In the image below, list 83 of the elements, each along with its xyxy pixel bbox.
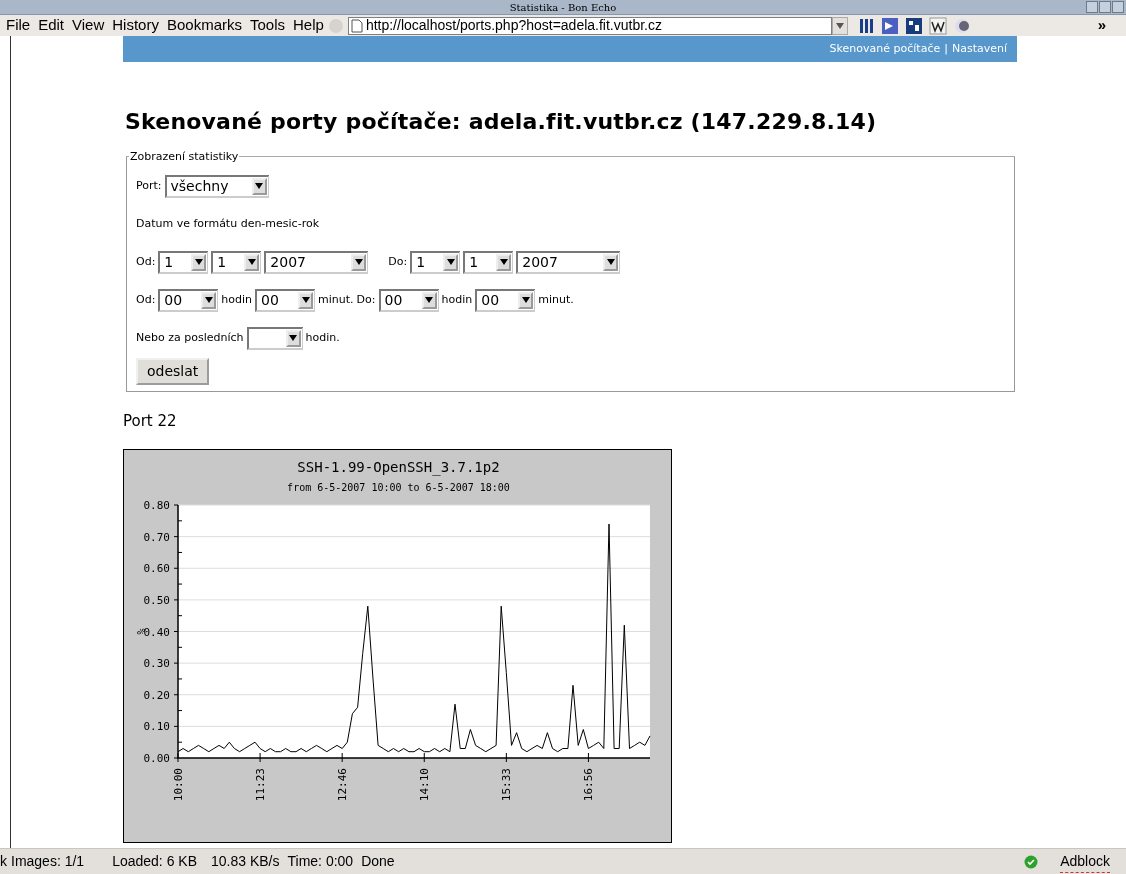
y-tick-label: 0.30	[143, 657, 170, 670]
chart-title: SSH-1.99-OpenSSH_3.7.1p2	[297, 458, 500, 475]
more-button[interactable]: »	[1093, 14, 1110, 37]
menu-item[interactable]: Help	[289, 14, 328, 37]
select-field[interactable]: všechny	[164, 174, 269, 198]
caret-icon	[606, 259, 615, 266]
maximize-button[interactable]	[1099, 1, 1111, 13]
caret-icon	[301, 297, 310, 304]
address-field[interactable]: http://localhost/ports.php?host=adela.fit.vutbr.cz	[347, 16, 832, 35]
check-icon	[1024, 854, 1039, 869]
y-tick-label: 0.40	[143, 625, 170, 639]
caret-icon	[289, 335, 297, 342]
select-field[interactable]: 1	[463, 250, 514, 274]
select-field[interactable]: 00	[158, 288, 219, 312]
x-tick-label: 12:46	[336, 767, 350, 801]
caret-icon	[521, 297, 530, 304]
status-text: Images: 1/1	[11, 852, 85, 871]
menu-item[interactable]: Bookmarks	[162, 14, 246, 37]
caret-icon	[446, 259, 455, 266]
status-text: Done	[361, 852, 395, 871]
minimize-button[interactable]	[1086, 1, 1098, 13]
x-tick-label: 15:33	[500, 767, 514, 801]
menu-item[interactable]: History	[108, 14, 163, 37]
window-title: Statistika - Bon Echo	[509, 1, 617, 15]
caret-icon	[354, 259, 363, 266]
x-tick-label: 16:56	[582, 767, 596, 801]
field-label: Od:	[136, 292, 156, 309]
separator: |	[944, 40, 948, 57]
letter-icon[interactable]	[927, 16, 948, 35]
caret-icon	[194, 259, 203, 266]
field-label: Do:	[388, 254, 408, 271]
close-button[interactable]	[1112, 1, 1124, 13]
caret-icon	[204, 297, 213, 304]
select-field[interactable]	[246, 326, 303, 350]
caret-icon	[425, 297, 433, 304]
y-tick-label: 0.60	[143, 562, 170, 576]
caret-icon	[247, 259, 256, 266]
adblock-button[interactable]: Adblock	[1060, 850, 1110, 873]
select-field[interactable]: 00	[475, 288, 536, 312]
caret-icon	[255, 183, 263, 190]
status-text: k	[0, 852, 7, 871]
y-tick-label: 0.10	[143, 720, 170, 734]
status-text: Time: 0:00	[287, 852, 354, 871]
status-text: Loaded: 6 KB	[112, 852, 197, 871]
select-field[interactable]: 00	[378, 288, 439, 312]
submit-button[interactable]: odeslat	[136, 358, 210, 386]
section-title: Port 22	[123, 411, 178, 433]
field-label: Od:	[136, 254, 156, 271]
menu-item[interactable]: Tools	[246, 14, 289, 37]
field-label: minut.	[318, 292, 354, 309]
field-label: hodin.	[305, 330, 340, 347]
field-label: Datum ve formátu den-mesic-rok	[136, 216, 319, 233]
menu-item[interactable]: View	[68, 14, 109, 37]
field-label: Do:	[356, 292, 376, 309]
select-field[interactable]: 2007	[264, 250, 369, 274]
x-tick-label: 10:00	[172, 767, 185, 801]
field-label: hodin	[441, 292, 473, 309]
y-tick-label: 0.20	[143, 688, 170, 702]
select-field[interactable]: 00	[255, 288, 316, 312]
status-text: 10.83 KB/s	[211, 852, 280, 871]
select-field[interactable]: 1	[211, 250, 262, 274]
select-field[interactable]: 2007	[516, 250, 621, 274]
page-heading: Skenované porty počítače: adela.fit.vutbr.cz (147.229.8.14)	[125, 109, 878, 136]
menu-item[interactable]: Edit	[34, 14, 69, 37]
page-icon	[350, 18, 363, 33]
chart-subtitle: from 6-5-2007 10:00 to 6-5-2007 18:00	[287, 481, 510, 493]
field-label: minut.	[538, 292, 574, 309]
x-tick-label: 11:23	[254, 767, 268, 801]
field-label: Port:	[136, 178, 162, 195]
y-tick-label: 0.70	[143, 530, 170, 544]
select-field[interactable]: 1	[158, 250, 209, 274]
x-tick-label: 14:10	[418, 767, 432, 801]
y-tick-label: 0.80	[143, 498, 170, 512]
field-label: Nebo za posledních	[136, 330, 244, 347]
y-tick-label: 0.50	[143, 593, 170, 607]
fieldset-legend: Zobrazení statistiky	[129, 151, 240, 163]
field-label: hodin	[221, 292, 253, 309]
caret-icon	[499, 259, 508, 266]
select-field[interactable]: 1	[410, 250, 461, 274]
y-tick-label: 0.00	[143, 751, 170, 765]
grid-icon[interactable]	[903, 16, 924, 35]
caret-icon	[835, 22, 844, 29]
menu-item[interactable]: File	[2, 14, 35, 37]
